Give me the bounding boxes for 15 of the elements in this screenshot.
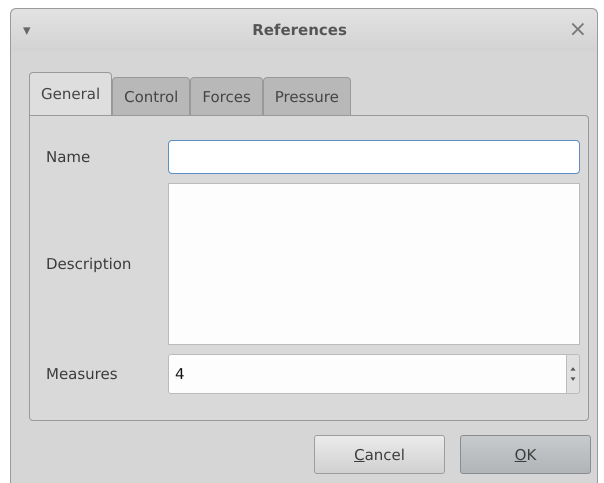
number-field[interactable]: 4 [168,354,566,394]
window-menu-button[interactable]: ▾ [23,21,31,39]
field-label: Name [46,148,92,166]
tab[interactable]: Control [112,77,190,115]
dialog-button[interactable]: OK [460,435,591,474]
window-title: References [251,21,348,39]
close-button[interactable]: × [568,19,587,41]
tab[interactable]: Pressure [262,77,351,115]
dialog-button[interactable]: Cancel [314,435,445,474]
spin-arrows-icon[interactable] [566,354,580,394]
field-label: Description [46,255,132,273]
tab[interactable]: General [29,72,112,115]
field-label: Measures [46,365,119,383]
tab[interactable]: Forces [190,77,263,115]
input-field[interactable] [168,140,580,174]
